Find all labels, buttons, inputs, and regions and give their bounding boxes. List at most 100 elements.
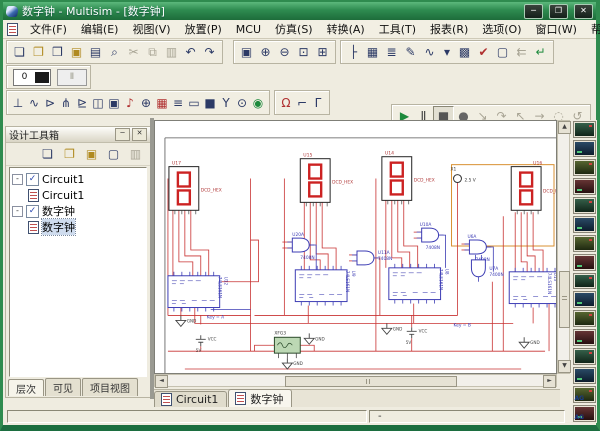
checkbox-icon[interactable] xyxy=(26,205,39,218)
place-mixed-button[interactable]: ⊕ xyxy=(138,94,154,111)
tree-node-clock[interactable]: 数字钟 xyxy=(12,203,144,219)
schematic-canvas[interactable]: U17 DCD_HEX U15 DCD_HEX U14 DCD_HEX U16 … xyxy=(154,120,557,374)
tab-visibility[interactable]: 可见 xyxy=(45,378,81,396)
grapher-button[interactable]: ∿ xyxy=(420,44,439,61)
place-misc-button[interactable]: ▭ xyxy=(186,94,202,111)
open-document-button[interactable]: ❐ xyxy=(61,146,78,162)
close-document-button[interactable]: ▢ xyxy=(105,146,122,162)
capture-area-button[interactable]: ▢ xyxy=(493,44,512,61)
multimeter-icon[interactable] xyxy=(573,121,596,138)
place-advanced-peripherals-button[interactable]: ■ xyxy=(202,94,218,111)
menu-window[interactable]: 窗口(W) xyxy=(529,20,584,38)
paste-document-button[interactable]: ▥ xyxy=(127,146,144,162)
spreadsheet-view-button[interactable]: ▦ xyxy=(363,44,382,61)
place-source-button[interactable]: ⊥ xyxy=(10,94,26,111)
ic-u9[interactable]: U9 74LS161N xyxy=(295,266,356,306)
zoom-area-button[interactable]: ⊡ xyxy=(294,44,313,61)
save-button[interactable]: ▣ xyxy=(67,44,86,61)
agilent-oscilloscope-icon[interactable]: AG xyxy=(573,405,596,422)
copy-button[interactable]: ⧉ xyxy=(143,44,162,61)
expander-icon[interactable] xyxy=(12,174,23,185)
menu-transfer[interactable]: 转换(A) xyxy=(320,20,372,38)
horizontal-scrollbar[interactable]: ◄ ► xyxy=(154,374,557,387)
go-to-parent-button[interactable]: ↵ xyxy=(531,44,550,61)
close-button[interactable]: ✕ xyxy=(574,4,593,19)
zoom-in-button[interactable]: ⊕ xyxy=(256,44,275,61)
menu-view[interactable]: 视图(V) xyxy=(125,20,177,38)
ic-u12[interactable]: U12 74LS161N xyxy=(168,272,229,312)
menu-reports[interactable]: 报表(R) xyxy=(423,20,475,38)
place-rf-button[interactable]: Y xyxy=(218,94,234,111)
horizontal-scroll-thumb[interactable] xyxy=(285,376,457,387)
save-document-button[interactable]: ▣ xyxy=(83,146,100,162)
hierarchical-block-button[interactable]: ⌐ xyxy=(294,94,310,111)
zoom-fit-button[interactable]: ⊞ xyxy=(313,44,332,61)
function-generator-xfg3[interactable]: XFG3 xyxy=(274,330,300,358)
menu-edit[interactable]: 编辑(E) xyxy=(74,20,126,38)
zoom-out-button[interactable]: ⊖ xyxy=(275,44,294,61)
cut-button[interactable]: ✂ xyxy=(124,44,143,61)
create-component-button[interactable]: ✎ xyxy=(401,44,420,61)
grapher-caret-icon[interactable]: ▾ xyxy=(439,44,455,61)
open-sample-button[interactable]: ❒ xyxy=(48,44,67,61)
new-button[interactable]: ❏ xyxy=(10,44,29,61)
place-bus-button[interactable]: Γ xyxy=(310,94,326,111)
frequency-counter-icon[interactable] xyxy=(573,235,596,252)
place-indicator-button[interactable]: ▦ xyxy=(154,94,170,111)
pause-switch-button[interactable]: Ⅱ xyxy=(57,69,87,86)
probe-x1[interactable]: X1 2.5 V xyxy=(451,167,476,184)
display-u17[interactable]: U17 DCD_HEX xyxy=(169,161,222,215)
wattmeter-icon[interactable] xyxy=(573,159,596,176)
print-button[interactable]: ▤ xyxy=(86,44,105,61)
place-electromechanical-button[interactable]: ⊙ xyxy=(234,94,250,111)
display-u16[interactable]: U16 DCD_H xyxy=(511,161,556,215)
place-basic-button[interactable]: ∿ xyxy=(26,94,42,111)
menu-file[interactable]: 文件(F) xyxy=(23,20,74,38)
place-power-button[interactable]: ≡ xyxy=(170,94,186,111)
scroll-up-button[interactable]: ▲ xyxy=(558,121,571,134)
scroll-right-button[interactable]: ► xyxy=(543,375,556,388)
database-manager-button[interactable]: ≣ xyxy=(382,44,401,61)
restore-button[interactable]: ❐ xyxy=(549,4,568,19)
tree-node-clock-sheet[interactable]: 数字钟 xyxy=(12,219,144,235)
network-analyzer-icon[interactable] xyxy=(573,367,596,384)
menu-simulate[interactable]: 仿真(S) xyxy=(268,20,320,38)
panel-close-button[interactable]: ✕ xyxy=(132,128,147,141)
place-ni-component-button[interactable]: ◉ xyxy=(250,94,266,111)
place-ttl-button[interactable]: ◫ xyxy=(90,94,106,111)
component-wizard-button[interactable]: Ω xyxy=(278,94,294,111)
display-u15[interactable]: U15 DCD_HEX xyxy=(300,153,353,207)
ic-u13[interactable]: U13 74LS161N xyxy=(509,268,556,308)
vertical-scrollbar[interactable]: ▲ ▼ xyxy=(557,120,570,374)
expander-icon[interactable] xyxy=(12,206,23,217)
back-annotate-button[interactable]: ⇇ xyxy=(512,44,531,61)
logic-converter-icon[interactable] xyxy=(573,291,596,308)
menu-mcu[interactable]: MCU xyxy=(229,22,268,37)
menu-place[interactable]: 放置(P) xyxy=(178,20,229,38)
ic-u8[interactable]: U8 74LS161N xyxy=(389,264,450,304)
menu-help[interactable]: 帮助(H) xyxy=(584,20,600,38)
scroll-left-button[interactable]: ◄ xyxy=(155,375,168,388)
panel-minimize-button[interactable]: ─ xyxy=(115,128,130,141)
function-generator-icon[interactable] xyxy=(573,140,596,157)
tree-node-circuit1-sheet[interactable]: Circuit1 xyxy=(12,187,144,203)
minimize-button[interactable]: ─ xyxy=(524,4,543,19)
full-screen-button[interactable]: ▣ xyxy=(237,44,256,61)
vertical-scroll-thumb[interactable] xyxy=(559,271,570,328)
redo-button[interactable]: ↷ xyxy=(200,44,219,61)
tab-hierarchy[interactable]: 层次 xyxy=(8,379,44,396)
logic-analyzer-icon[interactable] xyxy=(573,273,596,290)
tab-project-view[interactable]: 项目视图 xyxy=(82,378,138,396)
agilent-function-generator-icon[interactable]: AG xyxy=(573,386,596,403)
run-stop-switch[interactable]: 0 xyxy=(13,69,51,86)
distortion-analyzer-icon[interactable] xyxy=(573,329,596,346)
place-transistor-button[interactable]: ⋔ xyxy=(58,94,74,111)
tree-node-circuit1[interactable]: Circuit1 xyxy=(12,171,144,187)
place-cmos-button[interactable]: ▣ xyxy=(106,94,122,111)
undo-button[interactable]: ↶ xyxy=(181,44,200,61)
iv-analyzer-icon[interactable] xyxy=(573,310,596,327)
new-document-button[interactable]: ❏ xyxy=(39,146,56,162)
paste-button[interactable]: ▥ xyxy=(162,44,181,61)
menu-tools[interactable]: 工具(T) xyxy=(372,20,423,38)
gate-u6a[interactable]: U6A 7408N xyxy=(464,234,491,263)
